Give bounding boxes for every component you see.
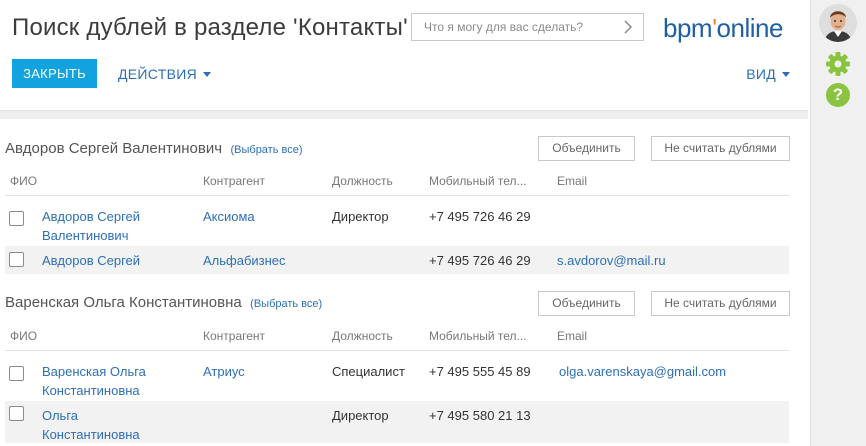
header-divider [0,110,808,119]
column-header-account[interactable]: Контрагент [203,329,265,343]
merge-button[interactable]: Объединить [538,291,635,316]
column-header-name[interactable]: ФИО [10,329,37,343]
view-menu-button[interactable]: ВИД [746,66,790,82]
user-photo-icon [819,4,857,42]
bpmonline-logo: bpm'online [663,13,783,43]
contact-name-link[interactable]: Авдоров Сергей [42,251,140,270]
email-link[interactable]: s.avdorov@mail.ru [557,251,666,270]
caret-down-icon [782,72,790,77]
mobile-phone-value: +7 495 555 45 89 [429,364,531,379]
duplicates-search-page: Поиск дублей в разделе 'Контакты' Что я … [0,0,866,446]
close-button[interactable]: ЗАКРЫТЬ [12,59,97,88]
column-header-mobile[interactable]: Мобильный тел... [429,329,527,343]
account-link[interactable]: Атриус [203,362,245,381]
caret-down-icon [203,72,211,77]
duplicate-group-name: Варенская Ольга Константиновна [5,294,242,311]
chevron-right-icon[interactable] [622,19,634,35]
column-header-email[interactable]: Email [557,329,587,343]
column-header-divider [5,350,789,351]
column-header-job[interactable]: Должность [332,174,393,188]
help-icon[interactable]: ? [826,83,850,107]
mobile-phone-value: +7 495 726 46 29 [429,209,531,224]
gear-icon[interactable] [825,51,851,77]
column-header-mobile[interactable]: Мобильный тел... [429,174,527,188]
duplicate-group-header: Авдоров Сергей Валентинович (Выбрать все… [5,140,303,164]
not-duplicates-button[interactable]: Не считать дублями [651,136,790,161]
column-header-account[interactable]: Контрагент [203,174,265,188]
contact-name-link[interactable]: Ольга Константиновна [42,406,140,444]
job-title-value: Директор [332,408,389,423]
user-avatar[interactable] [819,4,857,42]
mobile-phone-value: +7 495 580 21 13 [429,408,531,423]
column-header-divider [5,195,789,196]
right-side-panel: ? [810,0,866,446]
contact-name-link[interactable]: Авдоров Сергей Валентинович [42,207,140,245]
row-checkbox[interactable] [9,211,24,226]
column-header-job[interactable]: Должность [332,329,393,343]
row-checkbox[interactable] [9,252,24,267]
command-line-placeholder: Что я могу для вас сделать? [424,20,584,34]
row-checkbox[interactable] [9,406,24,421]
job-title-value: Директор [332,209,389,224]
page-title: Поиск дублей в разделе 'Контакты' [12,14,408,41]
job-title-value: Специалист [332,364,405,379]
command-line-input[interactable]: Что я могу для вас сделать? [411,13,644,41]
account-link[interactable]: Альфабизнес [203,251,286,270]
mobile-phone-value: +7 495 726 46 29 [429,253,531,268]
contact-name-link[interactable]: Варенская Ольга Константиновна [42,362,146,400]
account-link[interactable]: Аксиома [203,207,255,226]
select-all-link[interactable]: (Выбрать все) [230,144,302,156]
column-header-email[interactable]: Email [557,174,587,188]
email-link[interactable]: olga.varenskaya@gmail.com [559,362,726,381]
select-all-link[interactable]: (Выбрать все) [250,298,322,310]
not-duplicates-button[interactable]: Не считать дублями [651,291,790,316]
duplicate-group-name: Авдоров Сергей Валентинович [5,140,223,157]
actions-menu-button[interactable]: ДЕЙСТВИЯ [118,66,211,82]
merge-button[interactable]: Объединить [538,136,635,161]
column-header-name[interactable]: ФИО [10,174,37,188]
duplicate-group-header: Варенская Ольга Константиновна (Выбрать … [5,294,322,318]
row-checkbox[interactable] [9,366,24,381]
